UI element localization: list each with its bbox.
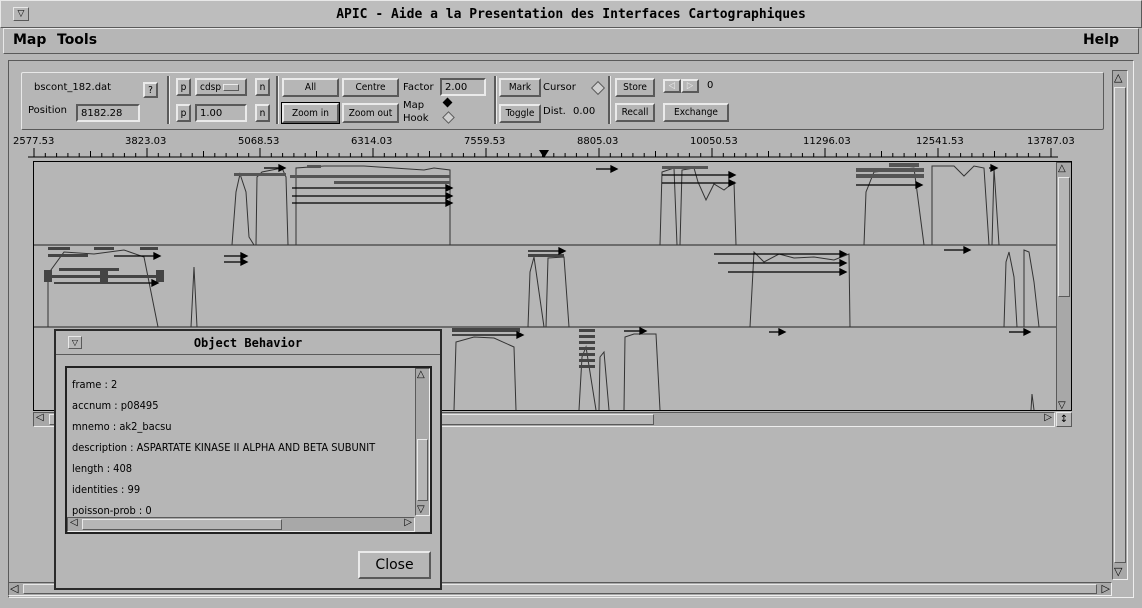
ruler-tick-label: 2577.53	[13, 136, 55, 147]
ruler-tick-label: 10050.53	[690, 136, 738, 147]
prev-button-1[interactable]: p	[176, 78, 191, 96]
scroll-down-icon[interactable]: ▽	[1114, 566, 1122, 578]
window-title: APIC - Aide a la Presentation des Interf…	[336, 7, 806, 22]
separator	[167, 76, 170, 124]
title-bar[interactable]: ▽ APIC - Aide a la Presentation des Inte…	[0, 0, 1142, 28]
dialog-scroll-up-icon[interactable]: △	[417, 369, 425, 380]
ruler-tick-label: 3823.03	[125, 136, 167, 147]
filename-label: bscont_182.dat	[34, 82, 112, 93]
dialog-text-line: identities : 99	[72, 483, 141, 496]
dialog-text-line: mnemo : ak2_bacsu	[72, 420, 172, 433]
hook-label: Hook	[403, 113, 429, 124]
close-button[interactable]: Close	[358, 551, 431, 579]
info-button[interactable]: ?	[143, 82, 158, 98]
next-button-2[interactable]: n	[255, 104, 270, 122]
resize-icon[interactable]: ↕	[1056, 412, 1072, 427]
mark-button[interactable]: Mark	[499, 78, 541, 97]
scroll-up-icon[interactable]: △	[1114, 72, 1122, 84]
scroll-right-icon[interactable]: ▷	[1102, 582, 1110, 595]
dialog-hscroll[interactable]: ◁ ▷	[67, 517, 415, 532]
canvas-vscroll[interactable]: △ ▽	[1056, 162, 1071, 410]
ruler-tick-label: 11296.03	[803, 136, 851, 147]
dropdown-icon	[223, 83, 240, 91]
map-label: Map	[403, 100, 425, 111]
ruler-tick-label: 13787.03	[1027, 136, 1075, 147]
recall-button[interactable]: Recall	[615, 103, 655, 122]
dist-label: Dist.	[543, 106, 566, 117]
scroll-left-icon[interactable]: ◁	[10, 582, 18, 595]
factor-field[interactable]: 2.00	[440, 78, 486, 96]
dialog-scroll-right-icon[interactable]: ▷	[404, 517, 412, 528]
forward-arrow-button[interactable]: ▷	[681, 79, 699, 93]
zoom-in-button[interactable]: Zoom in	[281, 102, 340, 124]
menu-map[interactable]: Map	[13, 32, 46, 48]
canvas-scroll-down-icon[interactable]: ▽	[1058, 400, 1066, 410]
menu-tools[interactable]: Tools	[57, 32, 97, 48]
object-behavior-dialog: ▽ Object Behavior frame : 2 accnum : p084…	[54, 329, 442, 590]
back-arrow-button[interactable]: ◁	[663, 79, 681, 93]
factor-label: Factor	[403, 82, 434, 93]
dialog-title-bar[interactable]: ▽ Object Behavior	[56, 331, 440, 355]
position-label: Position	[28, 105, 67, 116]
centre-button[interactable]: Centre	[342, 78, 399, 97]
counter-value: 0	[707, 80, 714, 91]
ruler-tick-label: 5068.53	[238, 136, 280, 147]
canvas-scroll-up-icon[interactable]: △	[1058, 163, 1066, 174]
ruler-tick-label: 8805.03	[577, 136, 619, 147]
dialog-scroll-down-icon[interactable]: ▽	[417, 504, 425, 515]
cursor-label: Cursor	[543, 82, 576, 93]
store-button[interactable]: Store	[615, 78, 655, 97]
ruler-tick-label: 12541.53	[916, 136, 964, 147]
dialog-text-line: description : ASPARTATE KINASE II ALPHA …	[72, 441, 376, 454]
dialog-vscroll-thumb[interactable]	[417, 439, 428, 501]
canvas-scroll-right-icon[interactable]: ▷	[1044, 412, 1052, 423]
track-value-field[interactable]: 1.00	[195, 104, 247, 122]
menu-bar: Map Tools Help	[3, 28, 1139, 54]
all-button[interactable]: All	[282, 78, 339, 97]
dialog-text-line: length : 408	[72, 462, 133, 475]
canvas-scroll-left-icon[interactable]: ◁	[36, 412, 44, 423]
separator	[608, 76, 611, 124]
track-select[interactable]: cdsp	[195, 78, 247, 96]
next-button-1[interactable]: n	[255, 78, 270, 96]
dialog-hscroll-thumb[interactable]	[82, 519, 282, 530]
zoom-out-button[interactable]: Zoom out	[342, 103, 399, 123]
toggle-button[interactable]: Toggle	[499, 104, 541, 123]
ruler	[28, 148, 1058, 158]
ruler-tick-label: 7559.53	[464, 136, 506, 147]
separator	[494, 76, 497, 124]
dist-value: 0.00	[573, 106, 596, 117]
prev-button-2[interactable]: p	[176, 104, 191, 122]
dialog-text-area[interactable]: frame : 2 accnum : p08495 mnemo : ak2_bacs…	[65, 366, 432, 534]
separator	[276, 76, 279, 124]
dialog-text-line: accnum : p08495	[72, 399, 159, 412]
canvas-vscroll-thumb[interactable]	[1058, 177, 1070, 297]
track-select-value: cdsp	[200, 81, 222, 93]
menu-help[interactable]: Help	[1083, 32, 1119, 48]
position-field[interactable]: 8182.28	[76, 104, 140, 122]
ruler-tick-label: 6314.03	[351, 136, 393, 147]
dialog-title: Object Behavior	[193, 336, 303, 350]
dialog-text: frame : 2 accnum : p08495 mnemo : ak2_bacs…	[72, 374, 412, 521]
dialog-scroll-left-icon[interactable]: ◁	[70, 517, 78, 528]
dialog-text-line: frame : 2	[72, 378, 118, 391]
dialog-vscroll[interactable]: △ ▽	[415, 368, 430, 516]
exchange-button[interactable]: Exchange	[663, 103, 729, 122]
